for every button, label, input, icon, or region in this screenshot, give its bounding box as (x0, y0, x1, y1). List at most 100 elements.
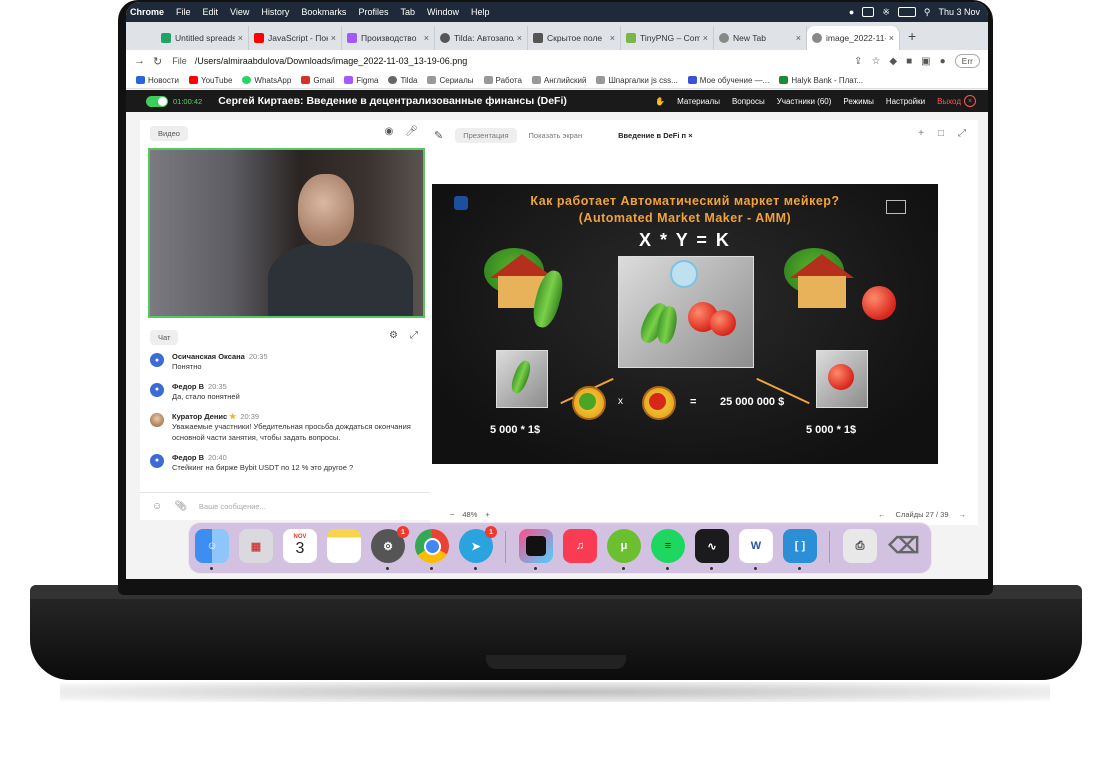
bookmark-figma[interactable]: Figma (344, 76, 378, 85)
close-icon[interactable]: × (889, 33, 894, 43)
extension-icon[interactable]: ◆ (889, 56, 897, 67)
close-icon[interactable]: × (703, 33, 708, 43)
screen-icon[interactable] (862, 7, 875, 17)
tab-production[interactable]: Производство × (342, 26, 435, 50)
broadcast-toggle[interactable] (146, 95, 168, 107)
bookmark-icon[interactable]: □ (938, 128, 944, 139)
url-field[interactable]: File /Users/almiraabdulova/Downloads/ima… (172, 52, 854, 70)
menu-history[interactable]: History (261, 7, 289, 17)
close-icon[interactable]: × (238, 33, 243, 43)
microphone-icon[interactable]: 🎤︎ (405, 126, 418, 137)
menu-profiles[interactable]: Profiles (358, 7, 388, 17)
prev-slide-icon[interactable]: ← (878, 510, 886, 519)
add-icon[interactable]: + (918, 128, 924, 139)
tab-tinypng[interactable]: TinyPNG – Compress × (621, 26, 714, 50)
clock[interactable]: Thu 3 Nov (938, 7, 980, 17)
printer-icon[interactable]: ⎙ (843, 529, 877, 563)
error-button[interactable]: Err (954, 54, 980, 68)
close-icon[interactable]: × (796, 33, 801, 43)
tab-javascript[interactable]: JavaScript - Понятный × (249, 26, 342, 50)
launchpad-icon[interactable]: ▦ (239, 529, 273, 563)
menu-app-chrome[interactable]: Chrome (130, 7, 164, 17)
menu-settings[interactable]: Настройки (886, 97, 925, 106)
tab-tilda[interactable]: Tilda: Автозапол × (435, 26, 528, 50)
back-icon[interactable]: → (134, 55, 145, 67)
new-tab-icon[interactable]: + (908, 28, 916, 44)
chrome-icon[interactable] (415, 529, 449, 570)
share-icon[interactable]: ⇪ (854, 56, 862, 67)
music-icon[interactable]: ♫ (563, 529, 597, 563)
speaker-video[interactable] (148, 148, 425, 318)
tab-new-tab[interactable]: New Tab × (714, 26, 807, 50)
fullscreen-icon[interactable]: ⤢ (958, 128, 966, 139)
menu-tab[interactable]: Tab (400, 7, 415, 17)
monitor-icon[interactable] (519, 529, 553, 570)
telegram-icon[interactable]: ➤ 1 (459, 526, 497, 570)
sidebar-icon[interactable]: ▣ (921, 56, 930, 67)
menu-view[interactable]: View (230, 7, 249, 17)
message-input[interactable]: Ваше сообщение... (199, 502, 266, 511)
bookmark-english[interactable]: Английский (531, 76, 586, 85)
bookmark-series[interactable]: Сериалы (427, 76, 474, 85)
tab-current-presentation[interactable]: Введение в DeFi п × (610, 128, 701, 143)
next-slide-icon[interactable]: → (959, 510, 967, 519)
bookmark-work[interactable]: Работа (483, 76, 522, 85)
tab-share-screen[interactable]: Показать экран (529, 131, 583, 140)
bluetooth-icon[interactable]: ※ (882, 7, 890, 18)
trash-icon[interactable]: ⌫ (887, 529, 921, 563)
word-icon[interactable]: W (739, 529, 773, 570)
menu-file[interactable]: File (176, 7, 191, 17)
bookmark-learning[interactable]: Мое обучение —... (687, 76, 769, 85)
close-icon[interactable]: × (331, 33, 336, 43)
stocks-icon[interactable]: ∿ (695, 529, 729, 570)
bookmark-whatsapp[interactable]: WhatsApp (242, 76, 291, 85)
zoom-out-icon[interactable]: − (450, 510, 454, 519)
attach-icon[interactable]: 📎︎ (174, 501, 187, 512)
emoji-icon[interactable]: ☺ (152, 501, 162, 512)
search-icon[interactable]: ⚲ (924, 7, 931, 18)
tab-spreadsheet[interactable]: Untitled spreadsheet × (156, 26, 249, 50)
star-icon[interactable]: ☆ (871, 56, 880, 67)
profile-icon[interactable]: ● (940, 56, 946, 67)
settings-icon[interactable]: ⚙ 1 (371, 526, 409, 570)
menu-bookmarks[interactable]: Bookmarks (301, 7, 346, 17)
pencil-icon[interactable]: ✎ (434, 129, 443, 142)
bookmark-gmail[interactable]: Gmail (301, 76, 334, 85)
battery-icon[interactable] (897, 7, 916, 17)
spotify-icon[interactable]: ≡ (651, 529, 685, 570)
close-icon[interactable]: × (517, 33, 522, 43)
gear-icon[interactable]: ⚙ (389, 330, 398, 341)
tab-hidden-field[interactable]: Скрытое поле × (528, 26, 621, 50)
vpn-icon[interactable]: ● (849, 7, 854, 17)
bookmark-youtube[interactable]: YouTube (188, 76, 232, 85)
menu-help[interactable]: Help (471, 7, 490, 17)
finder-icon[interactable]: ☺ (195, 529, 229, 570)
menu-questions[interactable]: Вопросы (732, 97, 765, 106)
bookmark-halyk[interactable]: Halyk Bank - Плат... (779, 76, 863, 85)
bookmark-news[interactable]: Новости (136, 76, 179, 85)
notes-icon[interactable] (327, 529, 361, 563)
hand-icon[interactable]: ✋ (655, 97, 665, 106)
close-icon[interactable]: × (688, 131, 692, 140)
close-icon[interactable]: × (610, 33, 615, 43)
utorrent-icon[interactable]: μ (607, 529, 641, 570)
expand-icon[interactable]: ⤢ (410, 330, 418, 341)
calendar-icon[interactable]: NOV 3 (283, 529, 317, 563)
bookmark-tilda[interactable]: Tilda (388, 76, 417, 85)
video-tab[interactable]: Видео (150, 126, 188, 141)
puzzle-icon[interactable]: ■ (906, 56, 912, 67)
menu-edit[interactable]: Edit (203, 7, 219, 17)
location-icon[interactable]: ◉ (385, 126, 394, 137)
menu-participants[interactable]: Участники (60) (777, 97, 832, 106)
chat-tab[interactable]: Чат (150, 330, 179, 345)
reload-icon[interactable]: ↻ (153, 55, 162, 68)
tab-presentation[interactable]: Презентация (455, 128, 517, 143)
menu-modes[interactable]: Режимы (843, 97, 873, 106)
tab-image[interactable]: image_2022-11-03 × (807, 26, 900, 50)
bookmark-cheatsheets[interactable]: Шпаргалки js css... (596, 76, 678, 85)
brackets-icon[interactable]: [ ] (783, 529, 817, 570)
menu-window[interactable]: Window (427, 7, 459, 17)
zoom-in-icon[interactable]: + (485, 510, 489, 519)
close-icon[interactable]: × (424, 33, 429, 43)
exit-button[interactable]: Выход × (937, 95, 976, 107)
